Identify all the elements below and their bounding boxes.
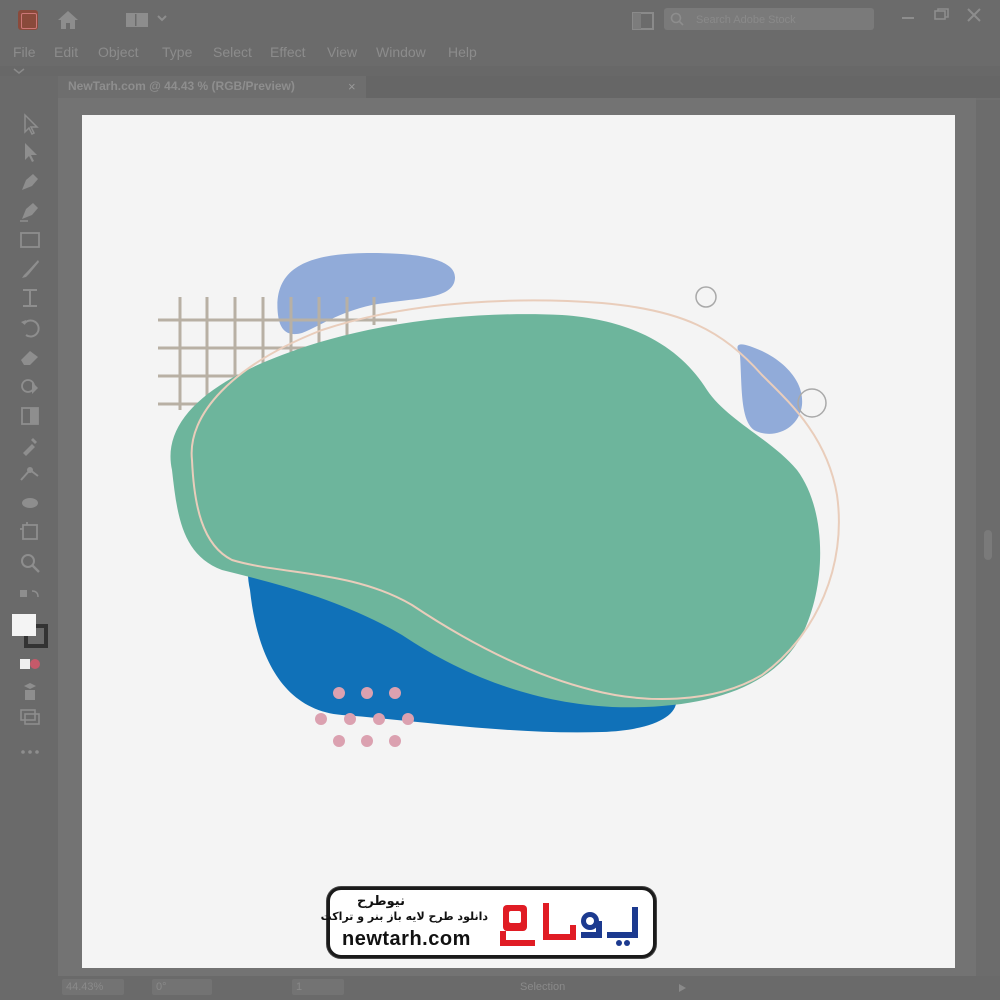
document-tab[interactable]: NewTarh.com @ 44.43 % (RGB/Preview) × (58, 76, 366, 98)
width-icon[interactable] (18, 286, 42, 310)
watermark-badge: نیوطرح دانلود طرح لایه باز بنر و تراکت n… (320, 887, 656, 958)
menu-select[interactable]: Select (213, 44, 252, 60)
artboard[interactable]: نیوطرح دانلود طرح لایه باز بنر و تراکت n… (82, 115, 955, 968)
title-bar (0, 0, 1000, 40)
close-icon[interactable] (963, 6, 985, 24)
shape-builder-icon[interactable] (18, 374, 42, 398)
status-bar: 44.43% 0° 1 Selection (0, 976, 1000, 1000)
fill-stroke-icon[interactable] (10, 612, 50, 648)
zoom-field[interactable]: 44.43% (62, 979, 124, 995)
gradient-icon[interactable] (18, 404, 42, 428)
artboard-number: 1 (296, 981, 303, 993)
zoom-value: 44.43% (66, 981, 104, 993)
restore-icon[interactable] (930, 6, 952, 24)
tools-panel (0, 76, 58, 976)
small-circle-right[interactable] (797, 388, 827, 418)
rectangle-icon[interactable] (18, 228, 42, 252)
curvature-icon[interactable] (18, 199, 42, 223)
small-circle-top[interactable] (695, 286, 717, 308)
draw-mode-icon[interactable] (18, 652, 42, 676)
illustrator-window: File Edit Object Type Select Effect View… (0, 0, 1000, 1000)
artwork (158, 253, 840, 747)
tab-close-icon[interactable]: × (348, 79, 356, 94)
control-strip (0, 66, 1000, 76)
light-blue-blob-right[interactable] (737, 344, 803, 434)
brush-icon[interactable] (18, 257, 42, 281)
workspace-layout-icon[interactable] (125, 12, 149, 28)
selection-icon[interactable] (18, 112, 42, 136)
current-tool-label: Selection (520, 981, 566, 993)
rotate-icon[interactable] (18, 316, 42, 340)
eyedropper-icon[interactable] (18, 433, 42, 457)
panel-collapse-icon[interactable] (12, 67, 26, 75)
rotation-value: 0° (156, 981, 167, 993)
edit-toolbar-icon[interactable] (18, 704, 42, 728)
menu-file[interactable]: File (13, 44, 36, 60)
artboard-number-field[interactable]: 1 (292, 979, 344, 995)
vertical-scrollbar[interactable] (976, 100, 1000, 976)
blend-icon[interactable] (18, 462, 42, 486)
status-play-icon[interactable] (676, 982, 688, 994)
arrange-documents-icon[interactable] (631, 11, 655, 31)
symbol-sprayer-icon[interactable] (18, 491, 42, 515)
badge-url: newtarh.com (342, 928, 471, 950)
chevron-down-icon[interactable] (156, 12, 168, 24)
document-tab-bar: NewTarh.com @ 44.43 % (RGB/Preview) × (58, 76, 1000, 98)
search-input[interactable] (694, 11, 868, 29)
newtarh-logo-icon (500, 903, 638, 946)
scrollbar-thumb[interactable] (984, 530, 992, 560)
badge-brand-name: نیوطرح (356, 894, 405, 909)
illustrator-logo-icon (18, 10, 38, 30)
eraser-icon[interactable] (18, 345, 42, 369)
swap-colors-icon[interactable] (18, 586, 42, 610)
menu-edit[interactable]: Edit (54, 44, 78, 60)
screen-mode-icon[interactable] (18, 680, 42, 704)
minimize-icon[interactable] (897, 6, 919, 24)
artboard-icon[interactable] (18, 520, 42, 544)
more-tools-icon[interactable] (18, 740, 42, 764)
home-icon[interactable] (55, 8, 81, 32)
pen-icon[interactable] (18, 170, 42, 194)
menu-help[interactable]: Help (448, 44, 477, 60)
menu-effect[interactable]: Effect (270, 44, 306, 60)
rotation-field[interactable]: 0° (152, 979, 212, 995)
search-icon (670, 12, 684, 26)
menu-type[interactable]: Type (162, 44, 192, 60)
direct-selection-icon[interactable] (18, 140, 42, 164)
menu-view[interactable]: View (327, 44, 357, 60)
document-tab-title: NewTarh.com @ 44.43 % (RGB/Preview) (68, 79, 295, 93)
zoom-icon[interactable] (18, 551, 42, 575)
menu-bar: File Edit Object Type Select Effect View… (0, 40, 1000, 66)
search-box[interactable] (664, 8, 874, 30)
badge-tagline: دانلود طرح لایه باز بنر و تراکت (320, 910, 488, 923)
menu-object[interactable]: Object (98, 44, 138, 60)
menu-window[interactable]: Window (376, 44, 426, 60)
